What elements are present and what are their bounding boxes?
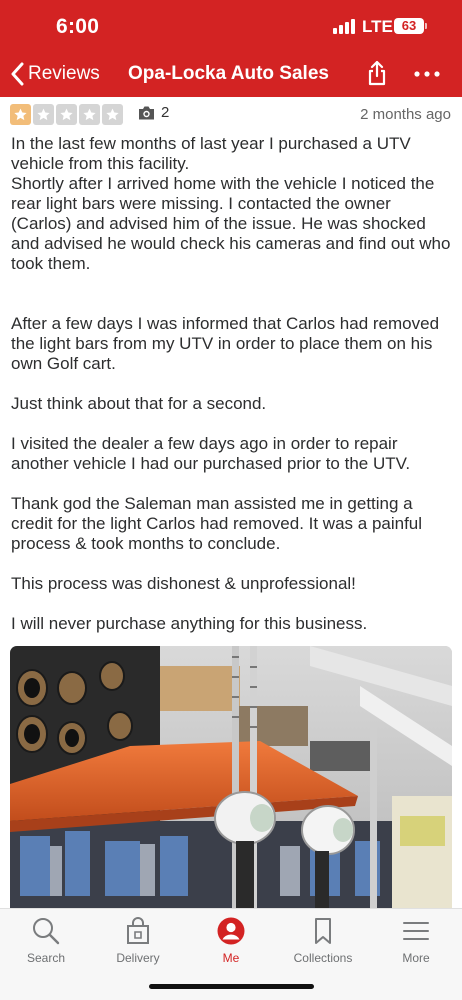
star-rating [10, 104, 125, 125]
review-paragraph: In the last few months of last year I pu… [11, 134, 451, 273]
review-paragraph: I visited the dealer a few days ago in o… [11, 434, 411, 473]
tab-label: Delivery [116, 951, 160, 965]
profile-icon [217, 917, 245, 945]
star-icon [102, 104, 123, 125]
review-paragraph: After a few days I was informed that Car… [11, 314, 440, 373]
tab-collections[interactable]: Collections [277, 913, 369, 965]
battery-cap [425, 23, 427, 29]
camera-icon [139, 106, 154, 119]
nav-bar: Reviews Opa-Locka Auto Sales [0, 52, 462, 97]
tab-label: Search [26, 951, 66, 965]
review-meta: 2 2 months ago [10, 104, 452, 126]
network-type: LTE [362, 17, 393, 36]
status-time: 6:00 [56, 15, 100, 38]
review-paragraph: I will never purchase anything for this … [11, 614, 368, 633]
back-button[interactable]: Reviews [10, 59, 100, 89]
tab-label: More [402, 951, 430, 965]
star-icon [56, 104, 77, 125]
chevron-left-icon [11, 62, 24, 86]
home-indicator [149, 984, 314, 989]
share-icon [368, 60, 386, 86]
status-bar: 6:00 LTE 63 [0, 0, 462, 52]
tab-search[interactable]: Search [0, 913, 92, 965]
tab-label: Collections [293, 951, 353, 965]
delivery-bag-icon [127, 917, 149, 944]
more-button[interactable] [412, 60, 442, 88]
header: 6:00 LTE 63 Reviews Opa-Locka Auto Sales [0, 0, 462, 97]
share-button[interactable] [366, 60, 390, 88]
review-paragraph: This process was dishonest & unprofessio… [11, 574, 356, 593]
review-date: 2 months ago [360, 106, 451, 123]
review-photo[interactable] [10, 646, 452, 908]
battery-icon: 63 [394, 18, 424, 34]
star-icon [10, 104, 31, 125]
review-paragraph: Thank god the Saleman man assisted me in… [11, 494, 423, 553]
star-icon [79, 104, 100, 125]
photo-count[interactable]: 2 [137, 104, 169, 121]
tab-more[interactable]: More [370, 913, 462, 965]
golf-cart-photo [10, 646, 452, 908]
more-horizontal-icon [414, 71, 440, 77]
back-label: Reviews [28, 63, 100, 84]
tab-label: Me [222, 951, 240, 965]
cell-signal-icon [333, 18, 357, 34]
search-icon [33, 918, 60, 945]
review-paragraph: Just think about that for a second. [11, 394, 267, 413]
bookmark-icon [315, 918, 331, 944]
tab-me[interactable]: Me [185, 913, 277, 965]
tab-delivery[interactable]: Delivery [92, 913, 184, 965]
review-text: In the last few months of last year I pu… [11, 134, 455, 634]
star-icon [33, 104, 54, 125]
photo-count-value: 2 [161, 104, 170, 121]
menu-icon [403, 922, 429, 940]
page-title: Opa-Locka Auto Sales [128, 63, 329, 84]
